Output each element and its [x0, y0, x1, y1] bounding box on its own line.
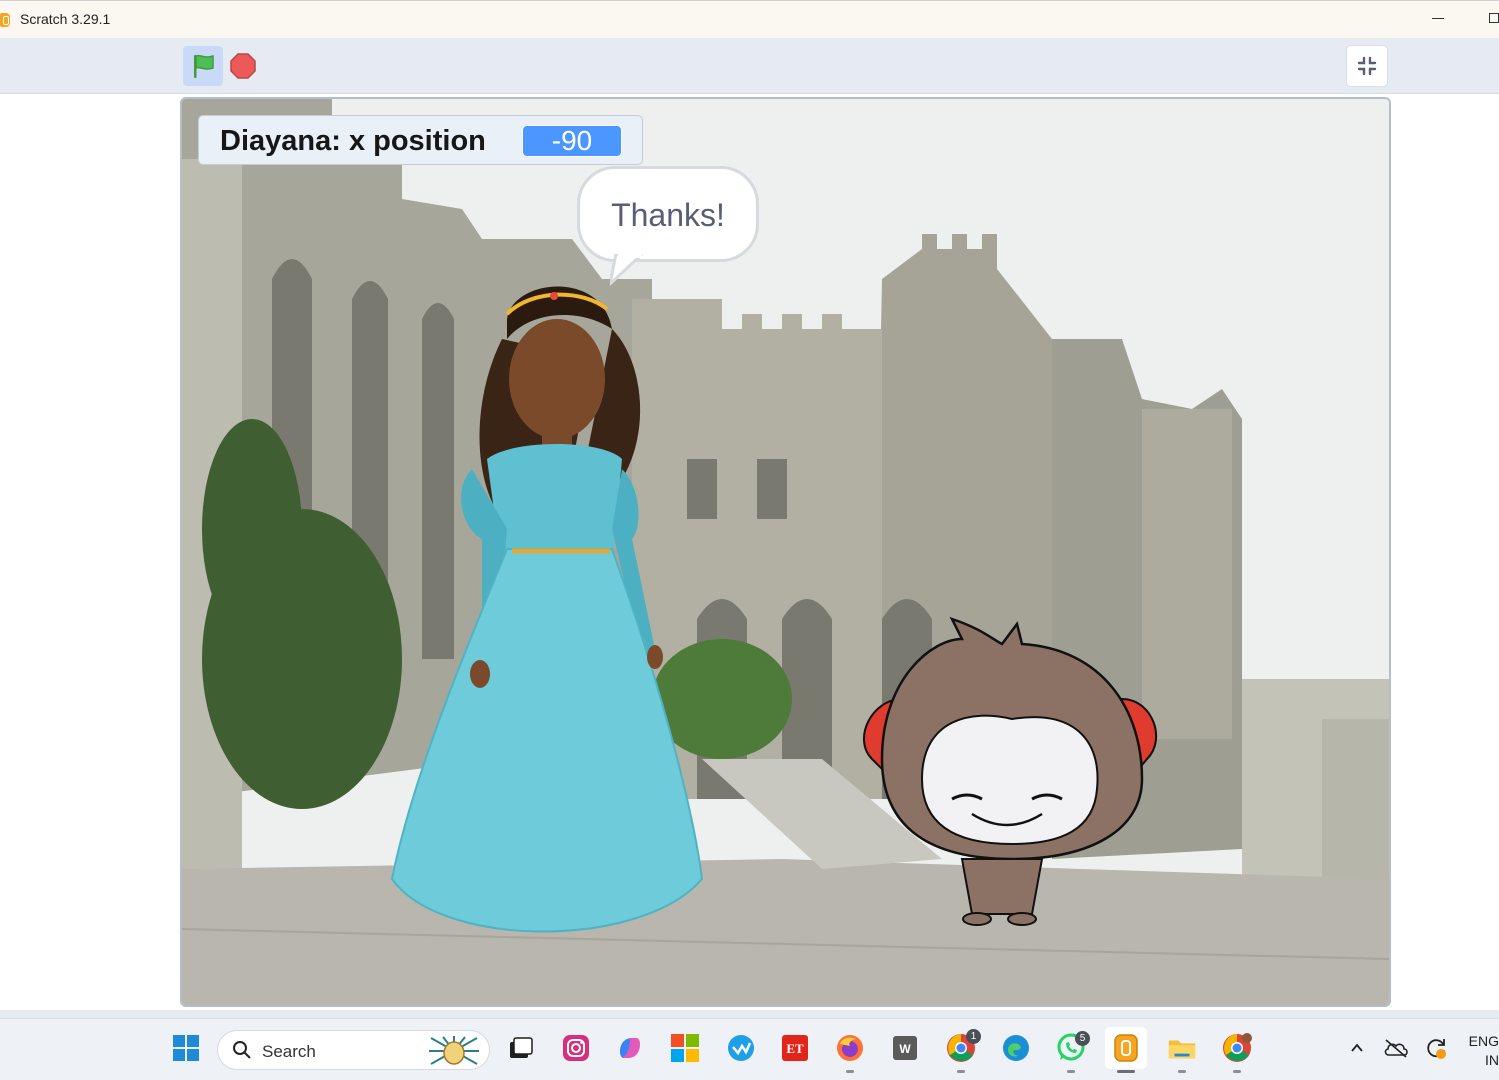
taskbar-scratch[interactable] — [1105, 1027, 1147, 1069]
taskbar-et-app[interactable]: ET — [780, 1033, 810, 1063]
language-line1: ENG — [1468, 1033, 1499, 1049]
svg-text:ET: ET — [786, 1041, 804, 1056]
green-flag-button[interactable] — [183, 46, 223, 86]
scratch-active-indicator — [1117, 1070, 1135, 1073]
firefox-icon — [837, 1035, 863, 1061]
cloud-offline-icon — [1384, 1039, 1408, 1058]
instagram-icon — [563, 1035, 589, 1061]
stage-footer-strip — [0, 1010, 1499, 1018]
edge-icon — [1003, 1035, 1029, 1061]
taskbar-chrome-profile[interactable] — [1222, 1033, 1252, 1063]
chevron-up-icon — [1351, 1043, 1363, 1052]
file-explorer-running-indicator — [1178, 1070, 1186, 1073]
chrome-profile-running-indicator — [1233, 1070, 1241, 1073]
taskbar-wave-app[interactable] — [726, 1033, 756, 1063]
taskbar-search-box[interactable]: Search — [217, 1030, 490, 1070]
et-app-icon: ET — [782, 1035, 808, 1061]
stop-icon — [230, 53, 256, 79]
windows-taskbar: Search ET W 1 5 ENG IN — [0, 1018, 1499, 1080]
green-flag-icon — [194, 54, 214, 78]
onedrive-button[interactable] — [1381, 1033, 1411, 1063]
monitor-label: Diayana: x position — [220, 125, 486, 157]
taskbar-edge[interactable] — [1001, 1033, 1031, 1063]
variable-monitor[interactable]: Diayana: x position -90 — [198, 115, 643, 165]
taskbar-instagram[interactable] — [561, 1033, 591, 1063]
stage-toolbar — [0, 38, 1499, 94]
file-explorer-icon — [1168, 1040, 1196, 1059]
scratch-taskbar-icon — [1114, 1034, 1138, 1062]
stage[interactable]: Diayana: x position -90 Thanks! — [180, 97, 1391, 1007]
search-placeholder: Search — [262, 1042, 316, 1061]
maximize-button[interactable] — [1489, 13, 1499, 23]
firefox-running-indicator — [846, 1070, 854, 1073]
word-app-icon: W — [893, 1036, 917, 1060]
taskbar-word-app[interactable]: W — [890, 1033, 920, 1063]
unfullscreen-icon — [1357, 56, 1377, 76]
minimize-button[interactable] — [1432, 18, 1444, 19]
taskbar-microsoft-store[interactable] — [670, 1033, 700, 1063]
sync-icon — [1427, 1039, 1446, 1059]
unfullscreen-button[interactable] — [1346, 45, 1388, 87]
search-icon — [233, 1041, 251, 1059]
copilot-icon — [620, 1038, 640, 1058]
taskbar-copilot[interactable] — [615, 1033, 645, 1063]
windows-start-button[interactable] — [171, 1033, 201, 1063]
language-indicator[interactable]: ENG IN — [1466, 1032, 1499, 1070]
speech-bubble-tail — [610, 254, 644, 287]
stop-button[interactable] — [226, 46, 260, 86]
windows-logo-icon — [173, 1035, 199, 1061]
taskbar-file-explorer[interactable] — [1167, 1033, 1197, 1063]
scratch-app-icon — [0, 13, 10, 27]
microsoft-store-icon — [671, 1034, 699, 1062]
whatsapp-badge: 5 — [1075, 1031, 1090, 1046]
task-view-button[interactable] — [505, 1033, 535, 1063]
monitor-value: -90 — [522, 125, 622, 157]
window-title-bar: Scratch 3.29.1 — [0, 0, 1499, 38]
chrome-badge: 1 — [966, 1029, 981, 1044]
sync-button[interactable] — [1421, 1033, 1451, 1063]
show-hidden-icons-button[interactable] — [1342, 1033, 1372, 1063]
wave-app-icon — [728, 1035, 754, 1061]
svg-text:W: W — [899, 1042, 911, 1056]
speech-bubble-text: Thanks! — [611, 197, 725, 233]
task-view-icon — [510, 1037, 533, 1058]
language-line2: IN — [1485, 1052, 1499, 1068]
courtyard-ground — [182, 859, 1389, 1005]
chrome-running-indicator — [957, 1070, 965, 1073]
speech-bubble: Thanks! — [577, 166, 759, 262]
window-title: Scratch 3.29.1 — [20, 11, 111, 27]
whatsapp-running-indicator — [1067, 1070, 1075, 1073]
search-highlight-icon — [429, 1036, 479, 1065]
chrome-profile-icon — [1223, 1033, 1252, 1062]
taskbar-firefox[interactable] — [835, 1033, 865, 1063]
stage-scene — [182, 99, 1389, 1005]
